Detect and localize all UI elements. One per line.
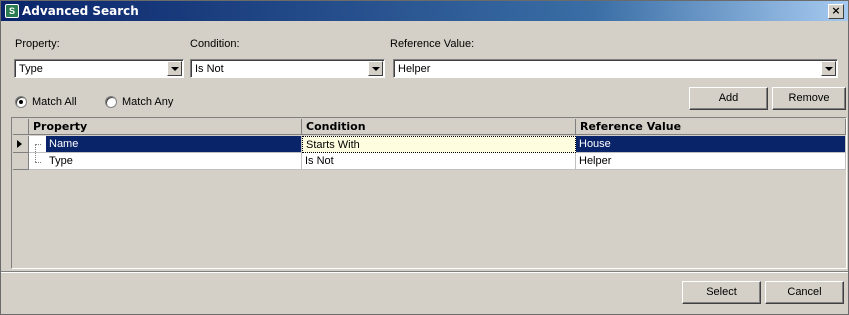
column-header-property[interactable]: Property	[29, 119, 302, 135]
table-row-2-reference[interactable]: Helper	[576, 153, 846, 170]
table-row-2-property[interactable]: Type	[46, 153, 302, 170]
condition-label: Condition:	[190, 38, 240, 50]
table-row-1-condition[interactable]: Starts With	[302, 136, 576, 153]
remove-button[interactable]: Remove	[772, 87, 846, 110]
column-header-reference-value[interactable]: Reference Value	[576, 119, 846, 135]
table-row-1-reference[interactable]: House	[576, 136, 846, 153]
property-label: Property:	[15, 38, 60, 50]
chevron-down-icon[interactable]	[368, 61, 383, 76]
chevron-down-icon[interactable]	[821, 61, 836, 76]
condition-dropdown[interactable]: Is Not	[190, 59, 385, 78]
window-title: Advanced Search	[22, 4, 139, 18]
grid-corner	[13, 119, 29, 135]
property-dropdown-value: Type	[19, 63, 43, 75]
footer-divider	[1, 271, 848, 273]
match-any-label: Match Any	[122, 96, 174, 108]
radio-unchecked-icon	[105, 96, 117, 108]
add-button[interactable]: Add	[689, 87, 768, 110]
cancel-button[interactable]: Cancel	[765, 281, 844, 304]
column-header-condition[interactable]: Condition	[302, 119, 576, 135]
match-all-label: Match All	[32, 96, 77, 108]
tree-connector	[29, 153, 46, 170]
row-selector[interactable]	[13, 153, 29, 170]
criteria-grid: Property Condition Reference Value Name …	[11, 117, 847, 269]
match-any-radio[interactable]: Match Any	[105, 96, 173, 108]
tree-connector	[29, 136, 46, 153]
close-button[interactable]: ×	[828, 4, 844, 19]
property-dropdown[interactable]: Type	[14, 59, 184, 78]
row-selector-current[interactable]	[13, 136, 29, 153]
app-icon: S	[5, 4, 19, 18]
chevron-down-icon[interactable]	[167, 61, 182, 76]
reference-value-dropdown-value: Helper	[398, 63, 431, 75]
match-all-radio[interactable]: Match All	[15, 96, 77, 108]
table-row-2-condition[interactable]: Is Not	[302, 153, 576, 170]
advanced-search-window: S Advanced Search × Property: Condition:…	[0, 0, 849, 315]
radio-checked-icon	[15, 96, 27, 108]
reference-value-label: Reference Value:	[390, 38, 475, 50]
title-bar[interactable]: S Advanced Search ×	[1, 1, 848, 21]
reference-value-dropdown[interactable]: Helper	[393, 59, 838, 78]
select-button[interactable]: Select	[682, 281, 761, 304]
table-row-1-property[interactable]: Name	[46, 136, 302, 153]
condition-dropdown-value: Is Not	[195, 63, 224, 75]
